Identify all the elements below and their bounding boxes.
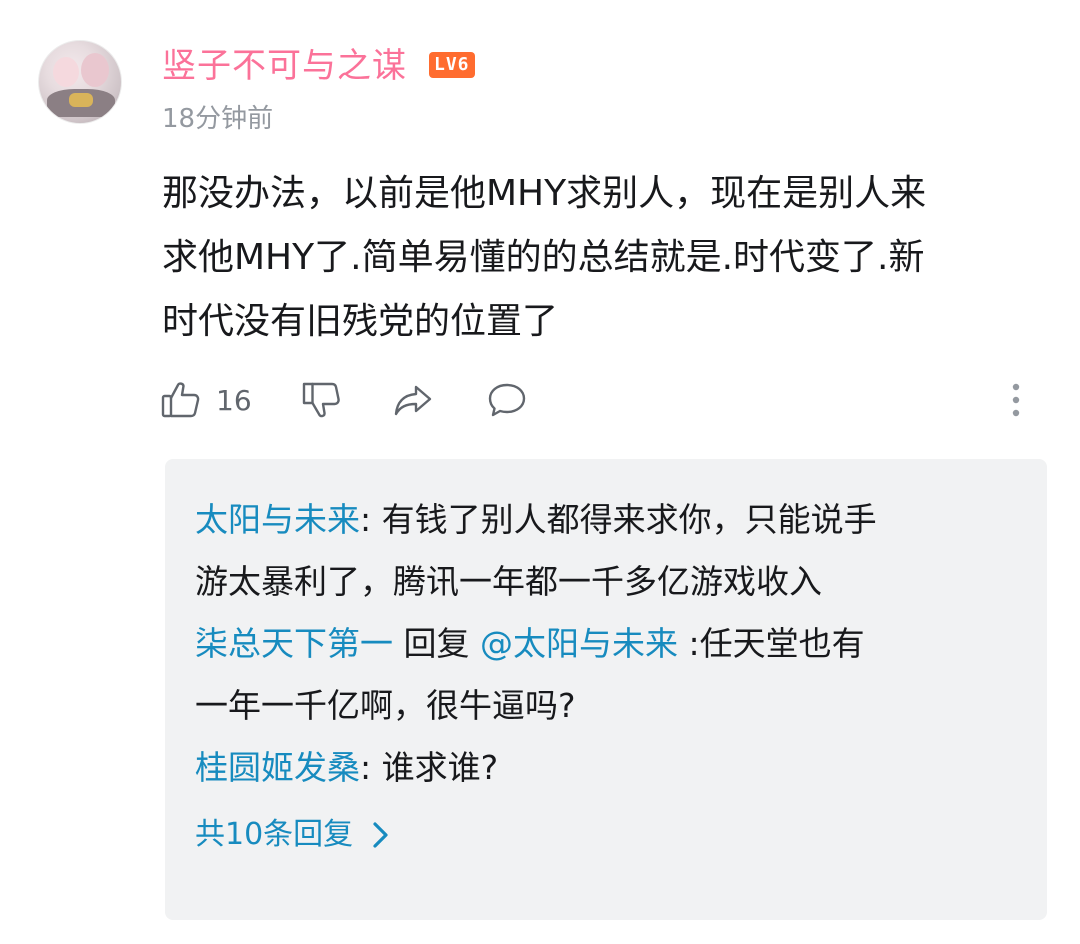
more-vertical-icon xyxy=(1012,383,1020,417)
reply-author[interactable]: 桂圆姬发桑 xyxy=(195,748,360,787)
reply-button[interactable] xyxy=(486,372,528,428)
comment-text-line: 时代没有旧残党的位置了 xyxy=(162,301,559,342)
share-icon xyxy=(394,385,432,416)
reply-text: 有钱了别人都得来求你，只能说手 xyxy=(381,500,877,539)
reply-separator: : xyxy=(360,500,382,539)
thumbs-up-icon xyxy=(161,382,200,418)
level-badge: LV6 xyxy=(429,52,475,78)
view-more-replies-link[interactable]: 共10条回复 xyxy=(195,811,1017,859)
reply-preview-panel: 太阳与未来: 有钱了别人都得来求你，只能说手 游太暴利了，腾讯一年都一千多亿游戏… xyxy=(165,459,1047,920)
more-button[interactable] xyxy=(1006,372,1026,428)
reply-word: 回复 xyxy=(393,624,480,663)
reply-line: 太阳与未来: 有钱了别人都得来求你，只能说手 xyxy=(195,489,1017,551)
reply-item[interactable]: 桂圆姬发桑: 谁求谁? xyxy=(195,737,1017,799)
reply-line: 桂圆姬发桑: 谁求谁? xyxy=(195,737,1017,799)
reply-text: 任天堂也有 xyxy=(699,624,865,663)
reply-item[interactable]: 柒总天下第一 回复 @太阳与未来 :任天堂也有 一年一千亿啊，很牛逼吗? xyxy=(195,613,1017,737)
dislike-button[interactable] xyxy=(300,372,342,428)
avatar-figure-1 xyxy=(53,57,79,87)
reply-text-line: 游太暴利了，腾讯一年都一千多亿游戏收入 xyxy=(195,562,822,601)
reply-text: 谁求谁? xyxy=(381,748,499,787)
share-button[interactable] xyxy=(392,372,434,428)
reply-text-line: 一年一千亿啊，很牛逼吗? xyxy=(195,686,576,725)
reply-separator: : xyxy=(360,748,382,787)
comment-card: 竖子不可与之谋 LV6 18分钟前 那没办法，以前是他MHY求别人，现在是别人来… xyxy=(0,0,1080,944)
comment-bubble-icon xyxy=(488,383,526,417)
comment-time: 18分钟前 xyxy=(162,104,274,134)
thumbs-down-icon xyxy=(302,382,340,418)
like-count: 16 xyxy=(216,383,252,417)
reply-mention[interactable]: @太阳与未来 xyxy=(480,624,678,663)
comment-text: 那没办法，以前是他MHY求别人，现在是别人来 求他MHY了.简单易懂的的总结就是… xyxy=(162,162,1042,354)
reply-line: 柒总天下第一 回复 @太阳与未来 :任天堂也有 xyxy=(195,613,1017,675)
like-button[interactable]: 16 xyxy=(160,372,252,428)
reply-author[interactable]: 太阳与未来 xyxy=(195,500,360,539)
comment-text-line: 求他MHY了.简单易懂的的总结就是.时代变了.新 xyxy=(162,237,925,278)
chevron-right-icon xyxy=(373,822,388,848)
more-replies-label: 共10条回复 xyxy=(195,817,354,852)
username[interactable]: 竖子不可与之谋 xyxy=(162,42,407,90)
comment-text-line: 那没办法，以前是他MHY求别人，现在是别人来 xyxy=(162,173,927,214)
comment-actions: 16 xyxy=(160,372,1040,428)
reply-author[interactable]: 柒总天下第一 xyxy=(195,624,393,663)
reply-item[interactable]: 太阳与未来: 有钱了别人都得来求你，只能说手 游太暴利了，腾讯一年都一千多亿游戏… xyxy=(195,489,1017,613)
avatar-figure-detail xyxy=(69,93,93,107)
avatar[interactable] xyxy=(38,40,122,124)
reply-separator: : xyxy=(677,624,700,663)
avatar-figure-2 xyxy=(81,53,109,87)
